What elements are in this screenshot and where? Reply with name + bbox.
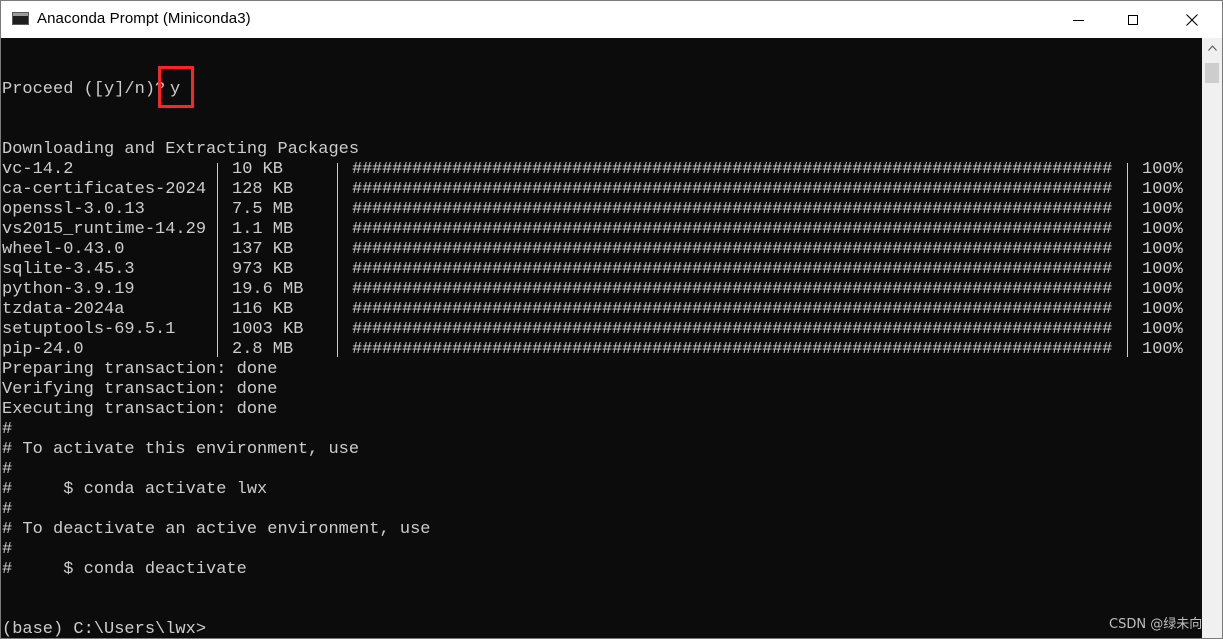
package-name: pip-24.0 (2, 340, 84, 359)
info-line: # $ conda deactivate (2, 560, 247, 579)
minimize-icon (1073, 20, 1084, 21)
package-size: 1003 KB (232, 320, 304, 339)
package-percent: 100% (1142, 340, 1183, 359)
info-line: # To activate this environment, use (2, 440, 360, 459)
package-progress-bar: ########################################… (352, 300, 1113, 319)
package-size: 10 KB (232, 160, 284, 179)
info-line: # To deactivate an active environment, u… (2, 520, 431, 539)
package-size: 116 KB (232, 300, 294, 319)
package-name: openssl-3.0.13 (2, 200, 145, 219)
package-progress-bar: ########################################… (352, 260, 1113, 279)
terminal-icon (12, 12, 29, 25)
package-progress-bar: ########################################… (352, 340, 1113, 359)
package-size: 19.6 MB (232, 280, 304, 299)
package-percent: 100% (1142, 160, 1183, 179)
package-percent: 100% (1142, 300, 1183, 319)
proceed-prompt: Proceed ([y]/n)? (2, 80, 166, 99)
status-line: Preparing transaction: done (2, 360, 278, 379)
status-line: Verifying transaction: done (2, 380, 278, 399)
close-button[interactable] (1161, 1, 1222, 38)
command-prompt: (base) C:\Users\lwx> (2, 620, 207, 638)
package-progress-bar: ########################################… (352, 180, 1113, 199)
downloading-header: Downloading and Extracting Packages (2, 140, 360, 159)
column-separator (1127, 163, 1128, 357)
maximize-button[interactable] (1106, 1, 1159, 38)
package-name: vc-14.2 (2, 160, 74, 179)
terminal-output[interactable]: Proceed ([y]/n)? y Downloading and Extra… (2, 38, 1202, 638)
vertical-scrollbar[interactable] (1202, 38, 1222, 638)
package-percent: 100% (1142, 180, 1183, 199)
info-line: # (2, 500, 13, 519)
package-percent: 100% (1142, 280, 1183, 299)
package-name: python-3.9.19 (2, 280, 135, 299)
package-size: 973 KB (232, 260, 294, 279)
package-size: 7.5 MB (232, 200, 294, 219)
input-highlight-box (158, 66, 194, 108)
info-line: # (2, 460, 13, 479)
column-separator (337, 163, 338, 357)
info-line: # $ conda activate lwx (2, 480, 268, 499)
close-icon (1185, 13, 1198, 26)
window-title: Anaconda Prompt (Miniconda3) (37, 10, 251, 27)
package-percent: 100% (1142, 240, 1183, 259)
package-progress-bar: ########################################… (352, 280, 1113, 299)
package-progress-bar: ########################################… (352, 160, 1113, 179)
package-percent: 100% (1142, 220, 1183, 239)
package-percent: 100% (1142, 260, 1183, 279)
minimize-button[interactable] (1052, 1, 1105, 38)
package-progress-bar: ########################################… (352, 240, 1113, 259)
info-line: # (2, 420, 13, 439)
package-name: tzdata-2024a (2, 300, 125, 319)
scroll-up-button[interactable] (1202, 38, 1222, 58)
info-line: # (2, 540, 13, 559)
package-size: 128 KB (232, 180, 294, 199)
package-progress-bar: ########################################… (352, 220, 1113, 239)
column-separator (217, 163, 218, 357)
package-progress-bar: ########################################… (352, 200, 1113, 219)
package-name: sqlite-3.45.3 (2, 260, 135, 279)
maximize-icon (1127, 14, 1138, 25)
package-size: 2.8 MB (232, 340, 294, 359)
package-size: 137 KB (232, 240, 294, 259)
package-name: wheel-0.43.0 (2, 240, 125, 259)
title-bar[interactable]: Anaconda Prompt (Miniconda3) (1, 1, 1222, 38)
package-progress-bar: ########################################… (352, 320, 1113, 339)
package-name: vs2015_runtime-14.29 (2, 220, 207, 239)
status-line: Executing transaction: done (2, 400, 278, 419)
package-percent: 100% (1142, 320, 1183, 339)
watermark-text: CSDN @绿未向 (1109, 617, 1203, 632)
scrollbar-thumb[interactable] (1205, 63, 1219, 83)
chevron-up-icon (1207, 45, 1217, 51)
package-name: setuptools-69.5.1 (2, 320, 176, 339)
package-size: 1.1 MB (232, 220, 294, 239)
console-window: Anaconda Prompt (Miniconda3) Proceed ([y… (0, 0, 1223, 639)
package-name: ca-certificates-2024 (2, 180, 207, 199)
package-percent: 100% (1142, 200, 1183, 219)
